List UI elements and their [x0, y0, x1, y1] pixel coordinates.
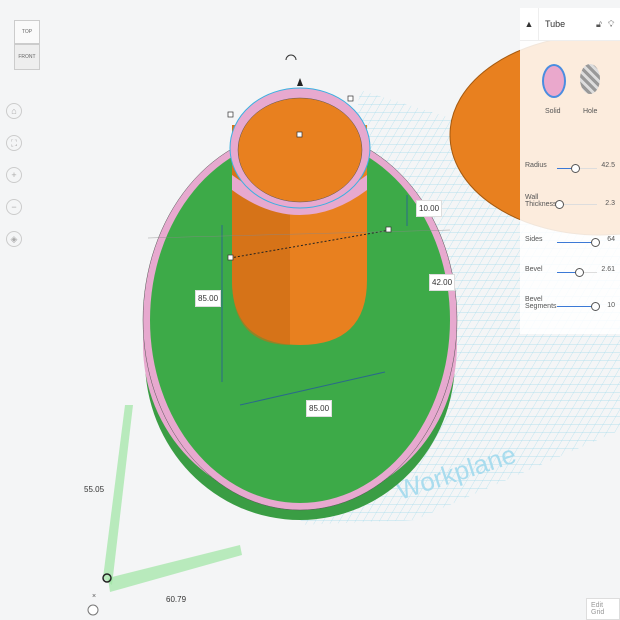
- rotate-handle-icon[interactable]: [285, 54, 297, 61]
- close-ruler-icon[interactable]: ×: [92, 593, 96, 600]
- solid-swatch[interactable]: [542, 64, 566, 98]
- bevel-segments-slider[interactable]: [591, 302, 600, 311]
- param-radius[interactable]: Radius 42.5: [525, 162, 615, 184]
- dim-top-height[interactable]: 10.00: [416, 200, 443, 217]
- hole-swatch[interactable]: [580, 64, 600, 94]
- radius-slider[interactable]: [571, 164, 580, 173]
- light-bulb-icon[interactable]: 💡︎: [608, 19, 620, 30]
- fit-view-button[interactable]: ⛶: [6, 135, 22, 151]
- solid-label: Solid: [545, 108, 561, 115]
- edit-grid-button[interactable]: Edit Grid: [586, 598, 620, 620]
- sides-slider[interactable]: [591, 238, 600, 247]
- zoom-out-button[interactable]: −: [6, 199, 22, 215]
- view-cube-top[interactable]: TOP: [14, 20, 40, 44]
- param-wall-thickness[interactable]: Wall Thickness 2.3: [525, 194, 615, 216]
- view-cube-front[interactable]: FRONT: [14, 44, 40, 70]
- ruler-x: [108, 545, 242, 592]
- dim-workplane-y: 55.05: [84, 485, 105, 494]
- zoom-in-button[interactable]: +: [6, 167, 22, 183]
- perspective-button[interactable]: ◈: [6, 231, 22, 247]
- param-bevel-segments[interactable]: Bevel Segments 10: [525, 296, 615, 318]
- wall-thickness-slider[interactable]: [555, 200, 564, 209]
- dim-right-height[interactable]: 42.00: [429, 274, 456, 291]
- ruler-menu-icon[interactable]: [87, 604, 99, 616]
- bevel-slider[interactable]: [575, 268, 584, 277]
- shape-properties-panel: ▲ Tube 🔓︎ 💡︎ Solid Hole Radius 42.5 Wall …: [520, 8, 620, 334]
- dim-left-height[interactable]: 85.00: [195, 290, 222, 307]
- collapse-icon[interactable]: ▲: [520, 19, 538, 29]
- param-bevel[interactable]: Bevel 2.61: [525, 266, 615, 288]
- lift-handle-icon[interactable]: [297, 78, 303, 86]
- hole-label: Hole: [583, 108, 598, 115]
- view-cube[interactable]: TOP FRONT: [14, 20, 40, 80]
- cylinder-top: [237, 97, 363, 203]
- dim-width[interactable]: 85.00: [306, 400, 333, 417]
- home-view-button[interactable]: ⌂: [6, 103, 22, 119]
- dim-workplane-x: 60.79: [166, 595, 187, 604]
- ruler-y: [103, 405, 133, 585]
- lock-icon[interactable]: 🔓︎: [596, 19, 608, 30]
- param-sides[interactable]: Sides 64: [525, 236, 615, 258]
- shape-name[interactable]: Tube: [538, 8, 596, 40]
